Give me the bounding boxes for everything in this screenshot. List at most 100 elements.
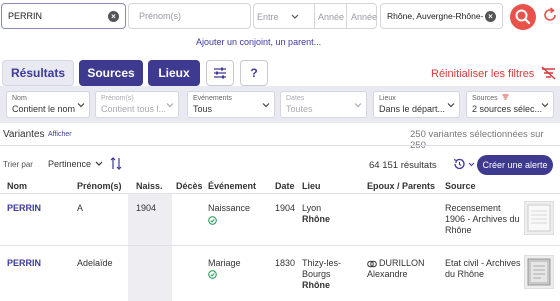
search-button[interactable] (510, 4, 536, 30)
divider (314, 4, 315, 28)
row-place-department[interactable]: Rhône (302, 280, 330, 291)
filter-off-icon[interactable] (541, 66, 556, 80)
firstname-placeholder: Prénom(s) (139, 11, 182, 21)
chevron-down-icon (166, 103, 174, 108)
create-alert-button[interactable]: Créer une alerte (477, 155, 553, 175)
column-header-date[interactable]: Date (275, 181, 295, 191)
results-count: 64 151 résultats (369, 160, 437, 171)
column-header-source[interactable]: Source (445, 181, 476, 191)
place-value: Rhône, Auvergne-Rhône-Al (387, 11, 483, 21)
variants-count: 250 variantes sélectionnées sur 250 (410, 129, 544, 151)
lastname-field[interactable]: PERRIN × (1, 3, 126, 29)
row-firstname: A (77, 203, 84, 213)
date-range-field[interactable]: Entre Année Année (253, 3, 377, 29)
document-image (527, 204, 551, 232)
filter-label: Sources (472, 94, 548, 103)
history-button[interactable] (452, 157, 475, 171)
filter-lastname[interactable]: Nom Contient le nom (6, 91, 90, 118)
add-relative-link[interactable]: Ajouter un conjoint, un parent... (196, 37, 321, 47)
sort-direction-icon[interactable] (110, 157, 122, 170)
history-icon (453, 158, 465, 170)
filter-label: Evénements (193, 95, 232, 102)
filter-value: Tous (193, 104, 213, 114)
filter-label: Prénom(s) (101, 95, 134, 102)
column-header-relatives[interactable]: Epoux / Parents (367, 181, 435, 191)
lastname-value: PERRIN (8, 11, 43, 21)
tab-places[interactable]: Lieux (148, 60, 200, 86)
chevron-down-icon (468, 162, 475, 166)
birth-column-shading (128, 194, 172, 245)
year-to-input[interactable]: Année (351, 12, 377, 22)
divider (0, 145, 560, 146)
filter-value: 2 sources sélec... (472, 104, 543, 114)
column-header-place[interactable]: Lieu (302, 181, 321, 191)
row-place-city: Lyon (302, 203, 322, 213)
document-thumbnail[interactable] (524, 255, 554, 289)
refresh-icon (544, 7, 556, 21)
row-place-city: Thizy-les- (302, 258, 342, 268)
row-event: Mariage (208, 258, 241, 268)
row-place-department[interactable]: Rhône (302, 214, 330, 225)
filter-events[interactable]: Evénements Tous (187, 91, 275, 118)
birth-column-shading (128, 246, 172, 301)
column-header-death[interactable]: Décès (176, 181, 203, 191)
filter-value: Contient le nom (12, 104, 76, 114)
filter-sources[interactable]: Sources 2 sources sélec... (466, 91, 554, 118)
year-from-input[interactable]: Année (318, 12, 344, 22)
row-name-link[interactable]: PERRIN (7, 258, 41, 269)
reset-search-button[interactable] (541, 6, 559, 24)
row-source-line2: du Rhône (445, 269, 485, 279)
chevron-down-icon (262, 103, 270, 108)
row-source-line1: Etat civil - Archives (445, 258, 521, 268)
row-relatives[interactable]: DURILLON (367, 258, 425, 269)
check-circle-icon (208, 216, 217, 225)
divider (0, 193, 560, 194)
row-name-link[interactable]: PERRIN (7, 203, 41, 214)
chevron-down-icon (541, 103, 549, 108)
variants-title: Variantes (3, 129, 45, 140)
row-firstname: Adelaïde (77, 258, 113, 268)
firstname-field[interactable]: Prénom(s) (128, 3, 251, 29)
row-date: 1904 (275, 203, 296, 213)
document-thumbnail[interactable] (524, 201, 554, 235)
filter-value: Toutes (286, 104, 313, 114)
filter-active-icon (502, 94, 509, 100)
filter-label: Nom (12, 95, 27, 102)
chevron-down-icon (95, 161, 103, 166)
row-event: Naissance (208, 203, 251, 213)
row-source-line1: Recensement (445, 203, 501, 213)
filter-value: Dans le départ... (379, 104, 446, 114)
sort-value: Pertinence (48, 159, 92, 169)
filters-settings-button[interactable] (206, 60, 234, 86)
chevron-down-icon (354, 103, 362, 108)
sliders-icon (214, 67, 226, 79)
filter-dates[interactable]: Dates Toutes (280, 91, 367, 118)
divider (346, 4, 347, 28)
column-header-birth[interactable]: Naiss. (136, 181, 163, 191)
chevron-down-icon (447, 103, 455, 108)
tab-sources[interactable]: Sources (79, 60, 143, 86)
check-circle-icon (208, 270, 217, 279)
place-field[interactable]: Rhône, Auvergne-Rhône-Al × (380, 3, 503, 29)
filter-label: Dates (286, 95, 305, 102)
tab-results[interactable]: Résultats (2, 60, 74, 86)
sort-select[interactable]: Pertinence (48, 159, 103, 169)
row-place-city-cont: Bourgs (302, 269, 331, 279)
filter-label: Lieux (379, 95, 396, 102)
filter-firstname[interactable]: Prénom(s) Contient tous l... (95, 91, 179, 118)
show-variants-link[interactable]: Afficher (48, 131, 72, 138)
entre-select[interactable]: Entre (257, 12, 279, 22)
help-button[interactable]: ? (240, 60, 268, 86)
reset-filters-link[interactable]: Réinitialiser les filtres (431, 68, 534, 80)
row-date: 1830 (275, 258, 296, 268)
column-header-event[interactable]: Événement (208, 181, 256, 191)
filter-places[interactable]: Lieux Dans le départ... (373, 91, 460, 118)
clear-place-icon[interactable]: × (485, 10, 496, 22)
filter-label-text: Sources (472, 95, 498, 102)
sort-label: Trier par (3, 160, 33, 169)
column-header-firstname[interactable]: Prénom(s) (77, 181, 122, 191)
column-header-name[interactable]: Nom (7, 181, 27, 191)
clear-lastname-icon[interactable]: × (108, 10, 119, 22)
chevron-down-icon (291, 14, 299, 19)
chevron-down-icon (77, 103, 85, 108)
